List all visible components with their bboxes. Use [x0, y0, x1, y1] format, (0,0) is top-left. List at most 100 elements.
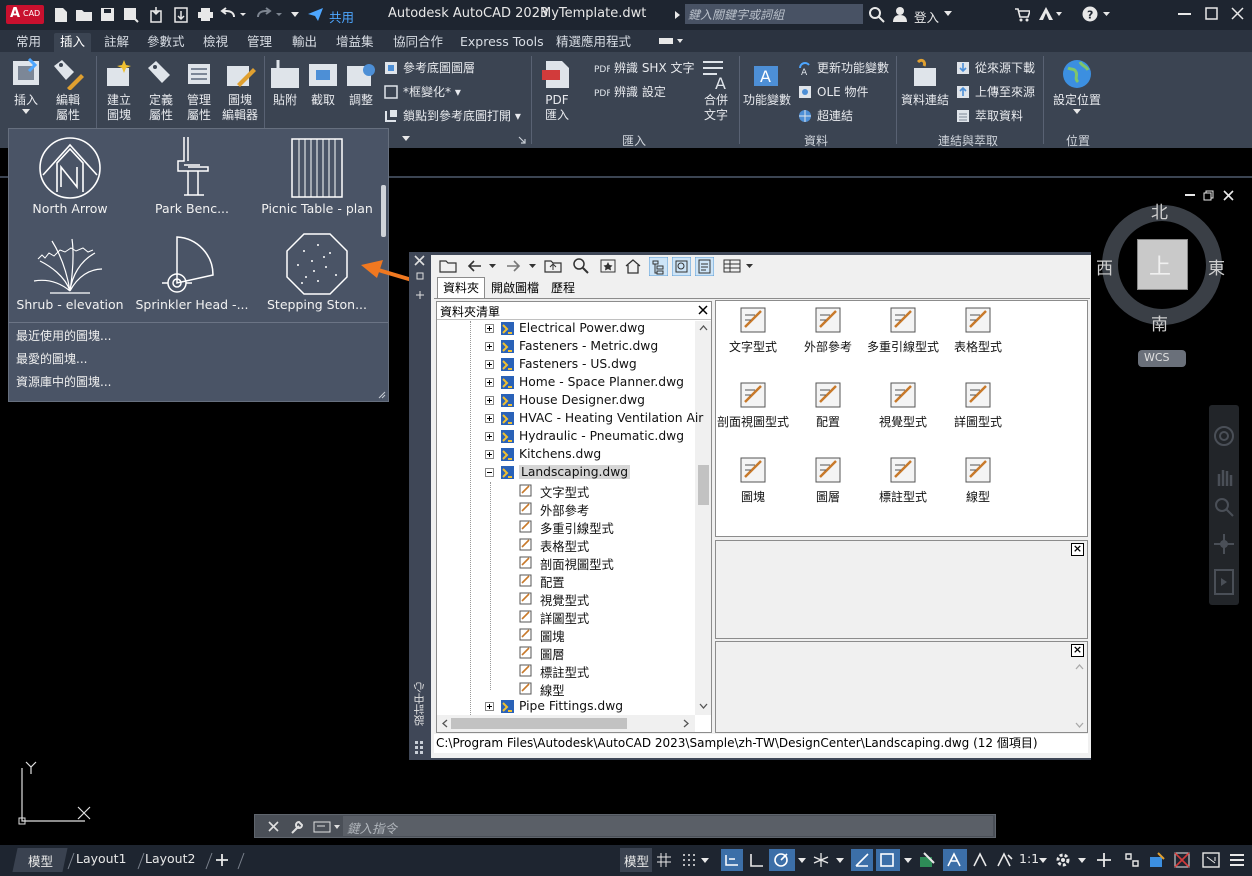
object-snap-dropdown-icon[interactable] — [904, 858, 912, 863]
gear-icon[interactable] — [1054, 851, 1072, 869]
viewport-minimize-icon[interactable] — [1185, 194, 1195, 197]
expand-icon[interactable] — [485, 324, 494, 333]
block-thumb-picnic-table[interactable]: Picnic Table - plan — [256, 135, 378, 216]
tree-item-category[interactable]: 表格型式 — [540, 537, 589, 555]
update-fields-button[interactable]: A 更新功能變數 — [797, 60, 889, 78]
up-folder-icon[interactable] — [544, 258, 562, 274]
preview-close-button[interactable]: × — [1071, 543, 1084, 556]
content-item[interactable]: 剖面視圖型式 — [716, 378, 790, 430]
dc-search-icon[interactable] — [572, 257, 590, 275]
preview-toggle-icon[interactable] — [672, 257, 691, 276]
minimize-icon[interactable] — [1178, 13, 1191, 16]
set-location-dropdown-icon[interactable] — [1073, 109, 1081, 114]
wcs-dropdown[interactable]: WCS — [1138, 350, 1186, 367]
field-button[interactable]: A 功能變數 — [742, 58, 792, 108]
help-icon[interactable]: ? — [1082, 6, 1112, 23]
insert-dropdown-icon[interactable] — [22, 109, 30, 114]
content-item[interactable]: 文字型式 — [716, 303, 790, 355]
frames-vary-dropdown[interactable]: *框變化* ▾ — [383, 84, 461, 100]
set-location-button[interactable]: 設定位置 — [1048, 58, 1106, 108]
description-close-button[interactable]: × — [1071, 644, 1084, 657]
maximize-icon[interactable] — [1205, 7, 1218, 20]
new-icon[interactable] — [54, 7, 68, 23]
tree-item-category[interactable]: 外部參考 — [540, 501, 589, 519]
tree-close-icon[interactable] — [698, 305, 708, 315]
content-item[interactable]: 標註型式 — [866, 453, 940, 505]
tree-item-category[interactable]: 視覺型式 — [540, 591, 589, 609]
dc-tab-open-drawings[interactable]: 開啟圖檔 — [487, 279, 543, 298]
command-close-icon[interactable] — [268, 821, 279, 832]
hardware-acceleration-icon[interactable] — [1148, 851, 1168, 869]
isodraft-icon[interactable] — [812, 852, 830, 868]
tab-manage[interactable]: 管理 — [241, 33, 278, 52]
tree-item-file[interactable]: Electrical Power.dwg — [519, 321, 645, 335]
data-link-button[interactable]: 資料連結 — [900, 58, 950, 108]
lineweight-icon[interactable] — [918, 851, 938, 869]
panel-launcher-icon[interactable] — [518, 136, 526, 144]
content-item[interactable]: 多重引線型式 — [866, 303, 940, 355]
manage-attribute-button[interactable]: 管理 屬性 — [180, 58, 218, 123]
recent-blocks-link[interactable]: 最近使用的圖塊... — [16, 327, 111, 344]
content-item[interactable]: 外部參考 — [791, 303, 865, 355]
save-icon[interactable] — [100, 7, 115, 22]
undo-icon[interactable] — [220, 7, 248, 21]
search-icon[interactable] — [868, 6, 885, 23]
annotation-scale-value[interactable]: 1:1 — [1019, 851, 1039, 866]
upload-source-button[interactable]: 上傳至來源 — [955, 84, 1035, 100]
extract-data-button[interactable]: 萃取資料 — [955, 108, 1023, 124]
clip-button[interactable]: 截取 — [304, 58, 342, 108]
tree-scroll-thumb[interactable] — [698, 465, 709, 505]
tree-item-file[interactable]: Fasteners - Metric.dwg — [519, 339, 658, 353]
tab-output[interactable]: 輸出 — [286, 33, 323, 52]
plot-icon[interactable] — [197, 7, 214, 22]
tree-item-file[interactable]: Fasteners - US.dwg — [519, 357, 637, 371]
qat-dropdown-icon[interactable] — [290, 10, 300, 18]
expand-icon[interactable] — [485, 414, 494, 423]
command-history-icon[interactable] — [313, 820, 341, 834]
tree-hscroll-thumb[interactable] — [451, 718, 627, 729]
content-item[interactable]: 配置 — [791, 378, 865, 430]
isolate-objects-icon[interactable] — [1123, 851, 1141, 869]
signin-dropdown-icon[interactable] — [944, 11, 952, 17]
zoom-extents-icon[interactable] — [1213, 496, 1235, 518]
save-as-icon[interactable] — [123, 7, 140, 23]
tree-item-category[interactable]: 圖層 — [540, 645, 565, 663]
chevron-right-icon[interactable] — [673, 10, 681, 20]
viewcube-south[interactable]: 南 — [1151, 310, 1168, 335]
share-label[interactable]: 共用 — [329, 7, 354, 26]
download-source-button[interactable]: 從來源下載 — [955, 60, 1035, 76]
tab-home[interactable]: 常用 — [10, 33, 47, 52]
block-thumb-north-arrow[interactable]: North Arrow — [9, 135, 131, 216]
tab-annotate[interactable]: 註解 — [98, 33, 135, 52]
fullscreen-icon[interactable] — [1202, 852, 1220, 868]
tree-item-category[interactable]: 多重引線型式 — [540, 519, 614, 537]
pan-hand-icon[interactable] — [1213, 466, 1235, 488]
app-logo[interactable]: A CAD — [6, 5, 44, 24]
tree-item-file[interactable]: Pipe Fittings.dwg — [519, 699, 623, 713]
scale-dropdown-icon[interactable] — [1039, 858, 1047, 863]
expand-icon[interactable] — [485, 450, 494, 459]
pdf-import-button[interactable]: PDF 匯入 — [536, 58, 578, 123]
tree-item-file[interactable]: Kitchens.dwg — [519, 447, 601, 461]
search-input[interactable]: 鍵入關鍵字或詞組 — [685, 4, 863, 24]
tree-scroll-down-icon[interactable] — [699, 703, 708, 709]
tab-featured-apps[interactable]: 精選應用程式 — [550, 33, 637, 52]
share-icon[interactable] — [307, 7, 324, 22]
wrench-icon[interactable] — [289, 819, 305, 835]
forward-icon[interactable] — [505, 258, 539, 274]
tree-item-category[interactable]: 剖面視圖型式 — [540, 555, 614, 573]
ortho-icon[interactable] — [748, 852, 764, 868]
model-space-button[interactable]: 模型 — [620, 848, 652, 872]
cloud-save-icon[interactable] — [173, 6, 189, 23]
tab-addins[interactable]: 增益集 — [330, 33, 380, 52]
edit-attribute-button[interactable]: 編輯 屬性 — [48, 58, 88, 123]
gallery-scrollbar[interactable] — [381, 185, 386, 237]
viewport-close-icon[interactable] — [1223, 190, 1234, 201]
collapse-icon[interactable] — [485, 468, 494, 477]
home-icon[interactable] — [625, 258, 642, 274]
tree-view-toggle-icon[interactable] — [649, 257, 668, 276]
signin-button[interactable]: 登入 — [914, 7, 939, 26]
steering-wheel-icon[interactable] — [1213, 425, 1235, 447]
orbit-icon[interactable] — [1213, 533, 1235, 555]
tab-insert[interactable]: 插入 — [54, 33, 92, 52]
